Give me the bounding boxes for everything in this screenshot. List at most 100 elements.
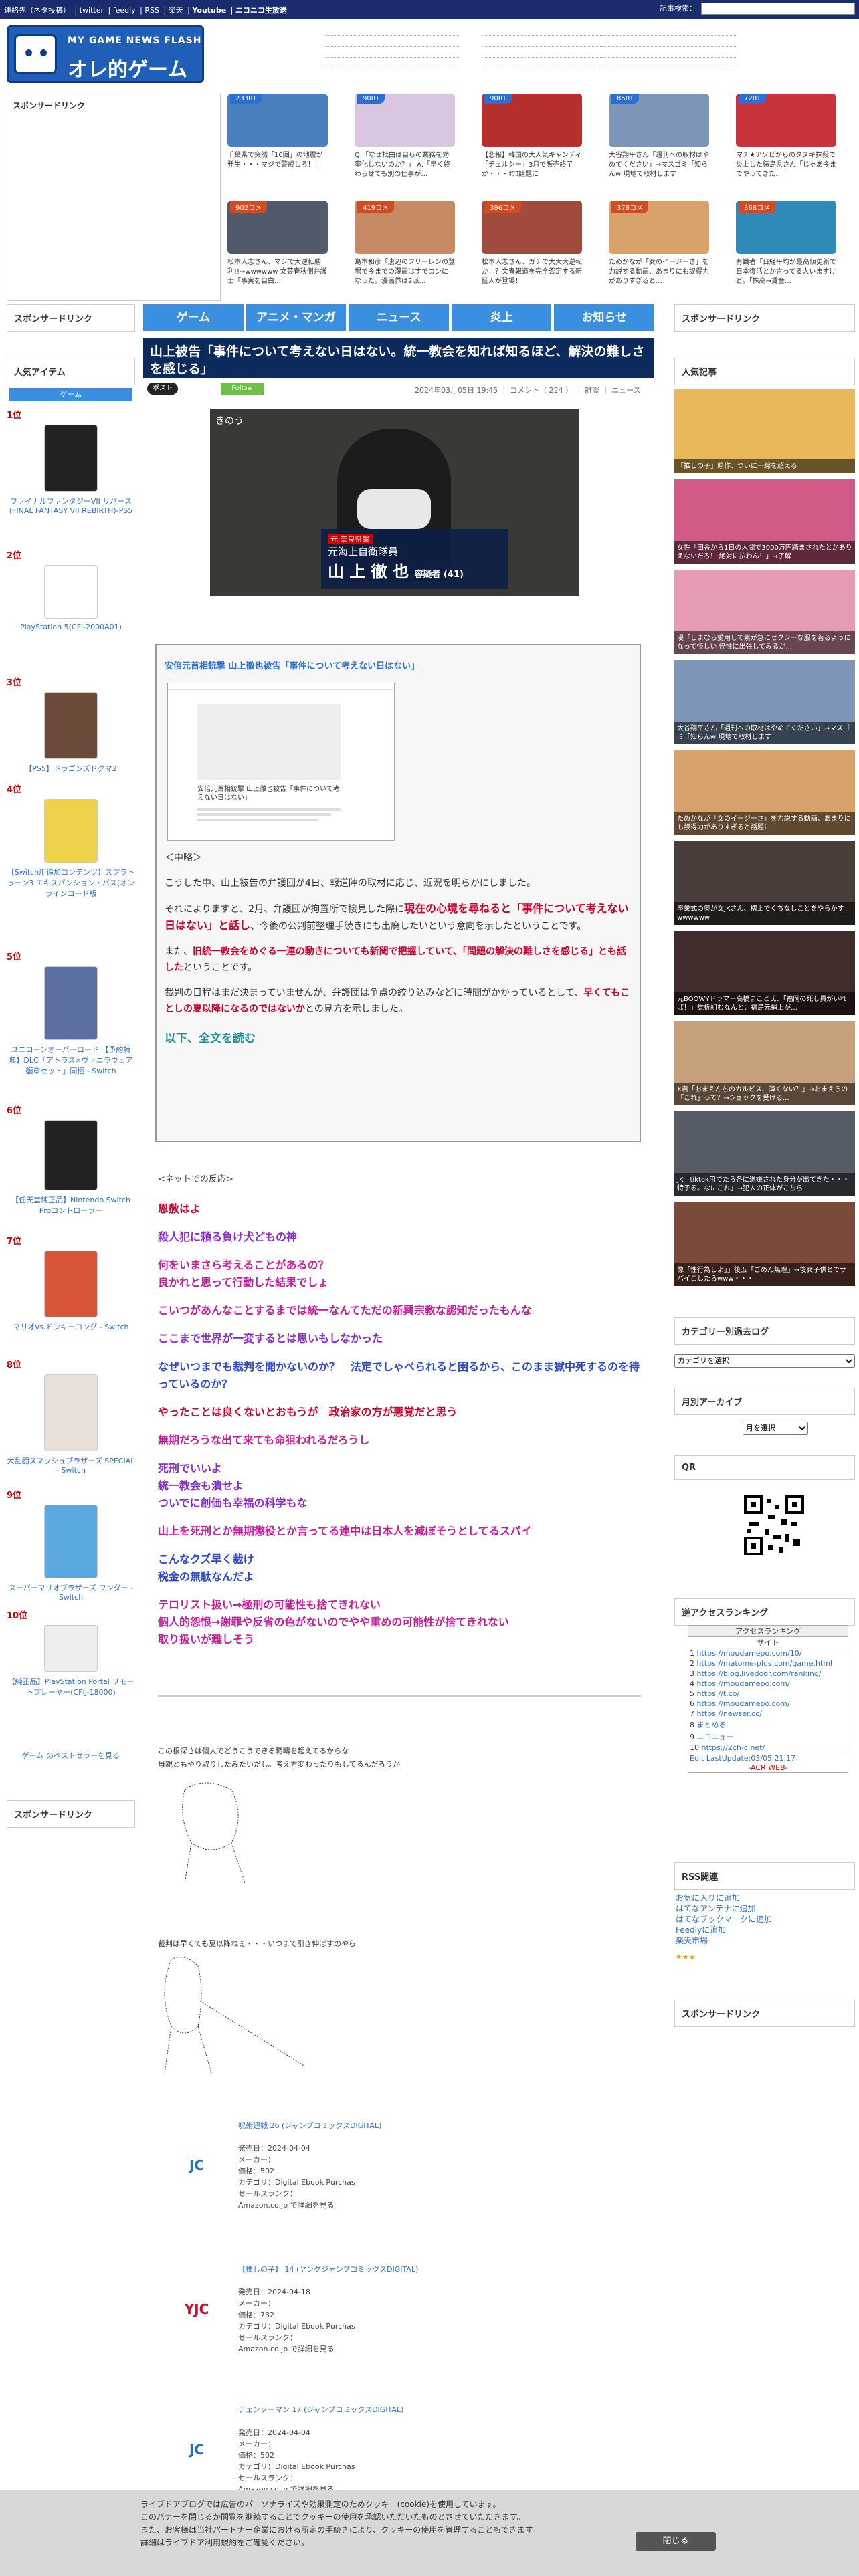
product-name[interactable]: PlayStation 5(CFI-2000A01) bbox=[7, 623, 135, 631]
access-ranking-row[interactable]: 7 https://newser.cc/ bbox=[688, 1709, 848, 1719]
product-image[interactable] bbox=[44, 1505, 98, 1578]
product-name[interactable]: ファイナルファンタジーVII リバース(FINAL FANTASY VII RE… bbox=[7, 496, 135, 515]
access-ranking-site[interactable]: https://t.co/ bbox=[697, 1689, 740, 1698]
site-logo[interactable]: MY GAME NEWS FLASH オレ的ゲーム速報@JIN bbox=[7, 25, 204, 111]
access-ranking-row[interactable]: 5 https://t.co/ bbox=[688, 1689, 848, 1699]
top-thumb[interactable]: 233RT 千葉県で突然「10回」の地震が発生・・・マジで警戒しろ！！ bbox=[227, 94, 328, 179]
rss-link[interactable]: はてなアンテナに追加 bbox=[676, 1903, 772, 1914]
popular-item[interactable]: 8位 大乱闘スマッシュブラザーズ SPECIAL - Switch bbox=[7, 1358, 135, 1475]
top-link-rss[interactable]: RSS bbox=[145, 6, 159, 15]
product-name[interactable]: 【PS5】ドラゴンズドグマ2 bbox=[7, 763, 135, 774]
popular-article[interactable]: ためかなが「女のイージーさ」を力説する動画、あまりにも誤得力がありすぎると話題に bbox=[674, 750, 855, 835]
top-link-twitter[interactable]: twitter bbox=[80, 6, 104, 15]
top-thumb[interactable]: 902コメ 松本人志さん、マジで大逆転勝利!!→wwwwww 文芸春秋側弁護士「事… bbox=[227, 201, 328, 286]
access-ranking-row[interactable]: 8 まとめる bbox=[688, 1719, 848, 1731]
access-ranking-site[interactable]: https://moudamepo.com/ bbox=[697, 1699, 790, 1708]
category-select[interactable]: カテゴリを選択 bbox=[674, 1354, 855, 1368]
product-name[interactable]: スーパーマリオブラザーズ ワンダー - Switch bbox=[7, 1582, 135, 1602]
access-ranking-row[interactable]: 4 https://moudamepo.com/ bbox=[688, 1679, 848, 1689]
product-image[interactable] bbox=[44, 1625, 98, 1672]
nav-game[interactable]: ゲーム bbox=[143, 304, 244, 331]
post-button[interactable]: ポスト bbox=[147, 383, 178, 395]
popular-article[interactable]: JK「tiktok用でたら各に退嫌された身分が出てきた・・・特子る。なにこれ」→… bbox=[674, 1111, 855, 1196]
rss-link[interactable]: Feedlyに追加 bbox=[676, 1925, 772, 1935]
header-links-a[interactable] bbox=[325, 25, 459, 68]
top-thumb[interactable]: 419コメ 島本和彦「唐辺のフリーレンの登場で今までの漫画はすでコンになった。漫画… bbox=[355, 201, 455, 286]
access-ranking-site[interactable]: https://blog.livedoor.com/ranking/ bbox=[697, 1669, 822, 1678]
access-ranking-foot[interactable]: Edit LastUpdate:03/05 21:17 bbox=[688, 1753, 848, 1763]
popular-item[interactable]: 2位 PlayStation 5(CFI-2000A01) bbox=[7, 548, 135, 631]
access-ranking-site[interactable]: https://newser.cc/ bbox=[697, 1709, 762, 1718]
follow-button[interactable]: Follow bbox=[221, 383, 264, 395]
read-more-link[interactable]: 以下、全文を読む bbox=[165, 1031, 632, 1047]
access-ranking-site[interactable]: まとめる bbox=[697, 1721, 727, 1729]
product-image[interactable] bbox=[44, 799, 98, 863]
book-title[interactable]: 【推しの子】 14 (ヤングジャンプコミックスDIGITAL) bbox=[238, 2264, 508, 2275]
cookie-close-button[interactable]: 閉じる bbox=[636, 2532, 716, 2551]
top-thumb[interactable]: 72RT マチ★アソビからのタヌキ抹殺で炎上した徳島県さん「じゃあ今までやってきた… bbox=[736, 94, 836, 179]
header-links-b[interactable] bbox=[482, 25, 615, 68]
product-image[interactable] bbox=[44, 692, 98, 759]
product-name[interactable]: 大乱闘スマッシュブラザーズ SPECIAL - Switch bbox=[7, 1455, 135, 1475]
top-link-rakuten[interactable]: 楽天 bbox=[169, 6, 183, 15]
product-name[interactable]: マリオvs.ドンキーコング - Switch bbox=[7, 1321, 135, 1332]
access-ranking-row[interactable]: 6 https://moudamepo.com/ bbox=[688, 1699, 848, 1709]
top-link-niconico[interactable]: ニコニコ生放送 bbox=[235, 6, 287, 15]
search-input[interactable] bbox=[701, 3, 855, 15]
top-link-feedly[interactable]: feedly bbox=[113, 6, 136, 15]
popular-items-tab-game[interactable]: ゲーム bbox=[9, 388, 132, 401]
access-ranking-site[interactable]: https://2ch-c.net/ bbox=[702, 1743, 765, 1752]
product-name[interactable]: 【純正品】PlayStation Portal リモートプレーヤー(CFIJ-1… bbox=[7, 1676, 135, 1697]
popular-item[interactable]: 7位 マリオvs.ドンキーコング - Switch bbox=[7, 1234, 135, 1332]
header-links-c[interactable] bbox=[602, 25, 736, 68]
product-image[interactable] bbox=[44, 1251, 98, 1317]
product-name[interactable]: 【Switch用追加コンテンツ】スプラトゥーン3 エキスパンション・パス(オンラ… bbox=[7, 867, 135, 899]
popular-item[interactable]: 4位 【Switch用追加コンテンツ】スプラトゥーン3 エキスパンション・パス(オ… bbox=[7, 782, 135, 899]
book-title[interactable]: 呪術廻戦 26 (ジャンプコミックスDIGITAL) bbox=[238, 2120, 508, 2131]
top-thumb[interactable]: 378コメ ためかなが「女のイージーさ」を力説する動画、あまりにも誤得力がありすぎ… bbox=[609, 201, 709, 286]
access-ranking-row[interactable]: 9 ニコニュー bbox=[688, 1731, 848, 1743]
top-thumb[interactable]: 85RT 大谷翔平さん「週刊への取材はやめてください」→マスゴミ「知らんw 現地で… bbox=[609, 94, 709, 179]
top-thumb[interactable]: 90RT Q.「なぜ批曲は自らの業務を効率化しないのか？」 A.「早く終わらせても… bbox=[355, 94, 455, 179]
popular-article[interactable]: 元BOOWYドラマー高橋まこと氏、「福岡の死し員がいれば！」党析組むなんと：福島… bbox=[674, 931, 855, 1015]
access-ranking-row[interactable]: 10 https://2ch-c.net/ bbox=[688, 1743, 848, 1753]
popular-item[interactable]: 5位 ユニコーンオーバーロード 【予約特典】DLC「アトラス×ヴァニラウェア 額章… bbox=[7, 950, 135, 1076]
popular-article[interactable]: X君「おまえんちのカルピス、薄くない？」→おまえらの「これ」って？→ショックを受… bbox=[674, 1021, 855, 1105]
nav-news[interactable]: ニュース bbox=[349, 304, 449, 331]
access-ranking-site[interactable]: https://moudamepo.com/ bbox=[697, 1679, 790, 1688]
access-ranking-site[interactable]: https://moudamepo.com/10/ bbox=[697, 1649, 802, 1658]
popular-article[interactable]: 漫「しまむら愛用して素が急にセクシーな服を着るようになって怪しい 怪性に出張して… bbox=[674, 570, 855, 654]
product-image[interactable] bbox=[44, 1120, 98, 1190]
top-thumb[interactable]: 90RT 【悲報】韓国の大人気キャンディ「チェルシー」3月で販売終了か・・・ｵﾜｺ… bbox=[482, 94, 582, 179]
popular-item[interactable]: 9位 スーパーマリオブラザーズ ワンダー - Switch bbox=[7, 1488, 135, 1602]
access-ranking-row[interactable]: 1 https://moudamepo.com/10/ bbox=[688, 1648, 848, 1658]
popular-item[interactable]: 10位 【純正品】PlayStation Portal リモートプレーヤー(CFI… bbox=[7, 1608, 135, 1697]
access-ranking-brand[interactable]: -ACR WEB- bbox=[688, 1763, 848, 1772]
popular-article[interactable]: 大谷翔平さん「週刊への取材はやめてください」→マスゴミ「知らんw 現地で取材しま… bbox=[674, 660, 855, 744]
top-thumb[interactable]: 368コメ 有識者「日経平均が最高値更新で日本復活とか言ってる人いますけど。「株高… bbox=[736, 201, 836, 286]
top-link-youtube[interactable]: Youtube bbox=[192, 6, 226, 15]
nav-info[interactable]: お知らせ bbox=[554, 304, 654, 331]
access-ranking-row[interactable]: 3 https://blog.livedoor.com/ranking/ bbox=[688, 1669, 848, 1679]
popular-item[interactable]: 6位 【任天堂純正品】Nintendo Switch Proコントローラー bbox=[7, 1103, 135, 1216]
book-detail-link[interactable]: Amazon.co.jp で詳細を見る bbox=[238, 2343, 508, 2355]
nav-anime-manga[interactable]: アニメ・マンガ bbox=[246, 304, 347, 331]
book-detail-link[interactable]: Amazon.co.jp で詳細を見る bbox=[238, 2199, 508, 2211]
month-select[interactable]: 月を選択 bbox=[743, 1422, 808, 1435]
product-image[interactable] bbox=[44, 966, 98, 1040]
rss-link[interactable]: はてなブックマークに追加 bbox=[676, 1914, 772, 1925]
popular-article[interactable]: 「推しの子」原作、ついに一線を超える bbox=[674, 389, 855, 473]
bestseller-link[interactable]: ゲーム のベストセラーを見る bbox=[9, 1750, 132, 1761]
popular-item[interactable]: 1位 ファイナルファンタジーVII リバース(FINAL FANTASY VII … bbox=[7, 408, 135, 515]
top-link-contact[interactable]: 連絡先（ネタ投稿） bbox=[4, 6, 70, 15]
product-name[interactable]: ユニコーンオーバーロード 【予約特典】DLC「アトラス×ヴァニラウェア 額章セッ… bbox=[7, 1044, 135, 1076]
access-ranking-site[interactable]: ニコニュー bbox=[697, 1733, 734, 1741]
product-name[interactable]: 【任天堂純正品】Nintendo Switch Proコントローラー bbox=[7, 1194, 135, 1216]
book-title[interactable]: チェンソーマン 17 (ジャンプコミックスDIGITAL) bbox=[238, 2404, 508, 2416]
quote-heading[interactable]: 安倍元首相銃撃 山上徹也被告「事件について考えない日はない」 bbox=[165, 659, 632, 675]
product-image[interactable] bbox=[44, 1374, 98, 1451]
access-ranking-row[interactable]: 2 https://matome-plus.com/game.html bbox=[688, 1658, 848, 1669]
source-screenshot[interactable]: 安倍元首相銃撃 山上徹也被告「事件について考えない日はない」 bbox=[167, 683, 395, 841]
product-image[interactable] bbox=[44, 425, 98, 492]
popular-item[interactable]: 3位 【PS5】ドラゴンズドグマ2 bbox=[7, 675, 135, 774]
